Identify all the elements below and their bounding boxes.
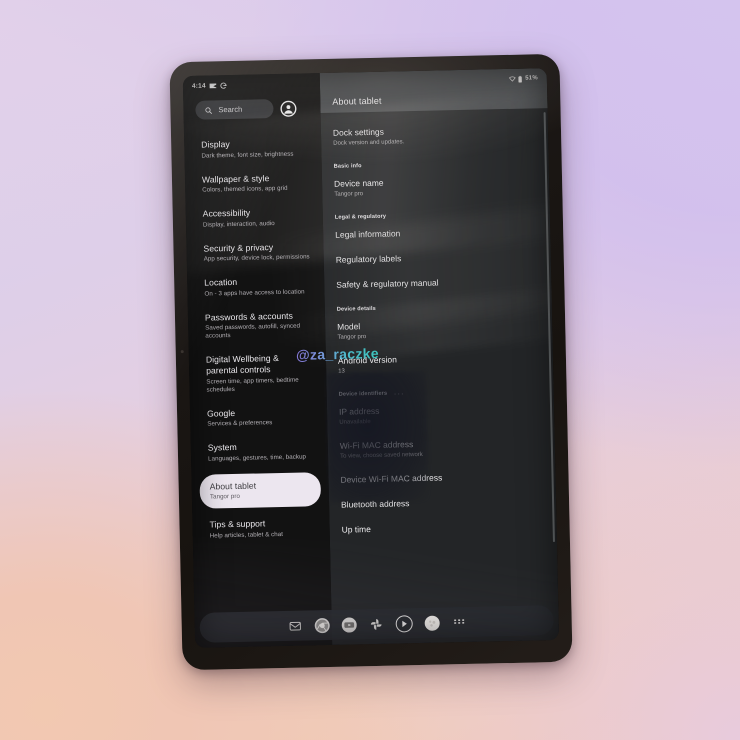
chrome-icon[interactable]	[314, 617, 330, 633]
page-title: About tablet	[332, 95, 382, 107]
detail-row-dock-settings[interactable]: Dock settings Dock version and updates.	[321, 116, 549, 155]
search-input[interactable]: Search	[195, 99, 274, 120]
wifi-icon	[508, 76, 516, 82]
tablet-device: Search Display Dark theme, font size, bri…	[169, 53, 573, 671]
google-g-icon	[220, 82, 227, 89]
search-placeholder-text: Search	[218, 104, 243, 115]
sidebar-item-label: Accessibility	[202, 207, 251, 219]
watermark: @za_raczke	[295, 345, 379, 363]
detail-row-model[interactable]: Model Tangor pro	[325, 310, 553, 349]
screenshot-stage: Search Display Dark theme, font size, bri…	[0, 0, 740, 740]
sidebar-item-label: Security & privacy	[203, 241, 274, 254]
detail-list: Dock settings Dock version and updates. Ba…	[321, 108, 560, 645]
front-camera-icon	[180, 350, 184, 354]
sidebar-item-label: Tips & support	[209, 518, 266, 530]
app-drawer-icon[interactable]	[451, 614, 466, 629]
sidebar-item-sublabel: Screen time, app timers, bedtime schedul…	[206, 376, 299, 394]
sidebar-item-accessibility[interactable]: Accessibility Display, interaction, audio	[185, 199, 323, 236]
sidebar-item-label: Passwords & accounts	[204, 310, 294, 323]
battery-percent: 51%	[525, 75, 538, 82]
assistant-icon[interactable]	[424, 615, 440, 631]
youtube-icon[interactable]	[341, 616, 357, 633]
sidebar-item-wallpaper-style[interactable]: Wallpaper & style Colors, themed icons, a…	[185, 165, 323, 202]
detail-section-label: Basic info	[333, 163, 362, 170]
sidebar-item-system[interactable]: System Languages, gestures, time, backup	[191, 433, 329, 470]
play-store-icon[interactable]	[395, 614, 413, 633]
sidebar-item-sublabel: Colors, themed icons, app grid	[202, 184, 288, 194]
sidebar-item-google[interactable]: Google Services & preferences	[190, 398, 328, 435]
sidebar-item-sublabel: Languages, gestures, time, backup	[207, 452, 307, 463]
photos-icon[interactable]	[368, 616, 383, 631]
detail-row-wi-fi-mac-address[interactable]: Wi-Fi MAC address To view, choose saved n…	[328, 429, 556, 468]
detail-row-up-time[interactable]: Up time	[329, 513, 556, 543]
detail-row-ip-address[interactable]: IP address Unavailable	[327, 395, 555, 434]
sidebar-item-sublabel: Tangor pro	[209, 492, 241, 501]
status-bar-left: 4:14	[191, 82, 227, 90]
sidebar-item-about-tablet[interactable]: About tablet Tangor pro	[199, 471, 322, 509]
status-bar-right: 51%	[508, 75, 538, 83]
gmail-icon[interactable]	[287, 618, 302, 633]
sidebar-item-sublabel: Saved passwords, autofill, synced accoun…	[205, 322, 301, 340]
ellipsis-icon: ...	[394, 390, 406, 397]
detail-section-label: Device details	[336, 305, 376, 313]
sidebar-item-tips-support[interactable]: Tips & support Help articles, tablet & ch…	[192, 510, 330, 547]
sidebar-item-label: Wallpaper & style	[201, 172, 270, 185]
sidebar-item-sublabel: Dark theme, font size, brightness	[201, 150, 294, 160]
sidebar-item-label: Display	[201, 139, 230, 150]
detail-section-label: Legal & regulatory	[334, 213, 387, 221]
sidebar-item-label: About tablet	[209, 480, 257, 492]
sidebar-item-label: Google	[206, 407, 236, 419]
sidebar-item-sublabel: Services & preferences	[207, 419, 273, 428]
detail-row-label: Regulatory labels	[335, 253, 402, 265]
sidebar-item-display[interactable]: Display Dark theme, font size, brightness	[184, 130, 322, 167]
detail-row-label: Safety & regulatory manual	[336, 277, 439, 290]
sidebar-item-location[interactable]: Location On - 3 apps have access to locat…	[187, 268, 325, 305]
detail-row-device-name[interactable]: Device name Tangor pro	[322, 167, 550, 206]
detail-row-label: Device Wi-Fi MAC address	[340, 472, 443, 485]
detail-row-label: Legal information	[335, 228, 401, 240]
sidebar-item-sublabel: Help articles, tablet & chat	[209, 530, 284, 540]
sidebar-item-sublabel: App security, device lock, permissions	[203, 253, 310, 263]
sidebar-nav: Display Dark theme, font size, brightness…	[184, 117, 330, 547]
sidebar-item-passwords-accounts[interactable]: Passwords & accounts Saved passwords, aut…	[188, 302, 326, 347]
sidebar-item-sublabel: Display, interaction, audio	[202, 219, 275, 229]
sidebar-item-sublabel: On - 3 apps have access to location	[204, 287, 305, 298]
status-clock: 4:14	[191, 82, 206, 90]
search-icon	[204, 106, 212, 114]
detail-row-label: Bluetooth address	[340, 498, 410, 510]
search-row: Search	[183, 93, 320, 120]
battery-icon	[518, 75, 523, 83]
account-avatar-icon[interactable]	[280, 100, 297, 117]
sidebar-item-label: Location	[204, 276, 238, 288]
detail-row-label: Up time	[341, 524, 371, 535]
detail-section-label: Device identifiers	[338, 390, 388, 398]
sidebar-item-label: System	[207, 441, 237, 453]
sidebar-item-security-privacy[interactable]: Security & privacy App security, device l…	[186, 234, 324, 271]
cast-icon	[209, 82, 217, 89]
